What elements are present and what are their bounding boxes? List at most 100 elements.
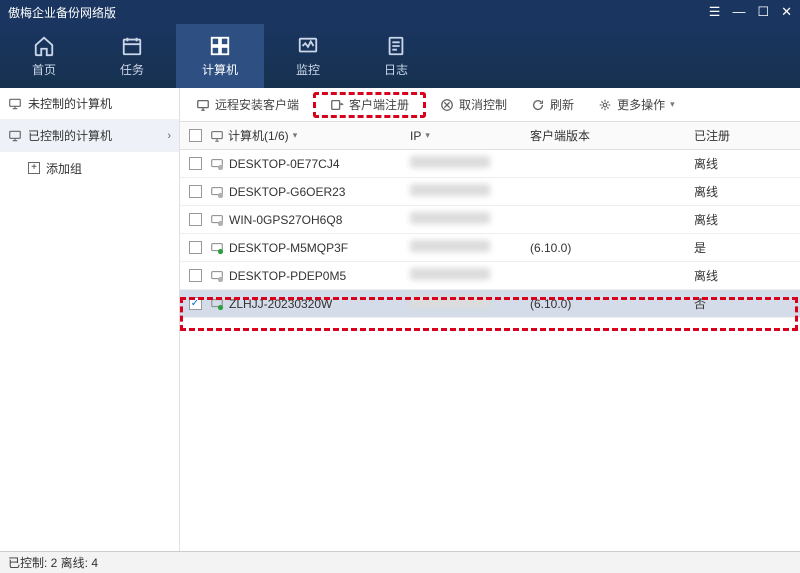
sidebar-uncontrolled-label: 未控制的计算机 (28, 95, 171, 112)
col-header-ip[interactable]: IP ▾ (410, 129, 530, 143)
client-register-button[interactable]: 客户端注册 (313, 92, 426, 118)
row-checkbox[interactable] (189, 185, 202, 198)
row-name-text: DESKTOP-PDEP0M5 (229, 269, 346, 283)
table-row[interactable]: ZLHJJ-20230320W (6.10.0)否 (180, 290, 800, 318)
nav-monitor-label: 监控 (296, 61, 320, 78)
row-registered: 否 (690, 295, 800, 312)
nav-logs-label: 日志 (384, 61, 408, 78)
more-ops-button[interactable]: 更多操作 ▾ (588, 92, 685, 118)
sort-caret-icon: ▾ (425, 130, 430, 141)
offline-icon (210, 213, 224, 227)
sidebar-add-group[interactable]: + 添加组 (0, 152, 179, 184)
menu-icon[interactable]: ☰ (709, 4, 721, 20)
select-all-checkbox[interactable] (189, 129, 202, 142)
cancel-icon (440, 98, 454, 112)
online-icon (210, 297, 224, 311)
row-name-text: DESKTOP-0E77CJ4 (229, 157, 340, 171)
row-ip (410, 212, 530, 227)
nav-home[interactable]: 首页 (0, 24, 88, 88)
col-header-registered[interactable]: 已注册 (690, 127, 800, 144)
online-icon (210, 241, 224, 255)
row-checkbox[interactable] (189, 213, 202, 226)
row-checkbox[interactable] (189, 297, 202, 310)
install-icon (196, 98, 210, 112)
close-icon[interactable]: ✕ (781, 4, 792, 20)
row-name-text: DESKTOP-M5MQP3F (229, 241, 348, 255)
row-name-text: DESKTOP-G6OER23 (229, 185, 345, 199)
row-ip (410, 156, 530, 171)
row-checkbox[interactable] (189, 157, 202, 170)
table-row[interactable]: DESKTOP-G6OER23 离线 (180, 178, 800, 206)
nav-monitor[interactable]: 监控 (264, 24, 352, 88)
sort-caret-icon: ▾ (293, 130, 298, 141)
row-checkbox[interactable] (189, 269, 202, 282)
grid-icon (209, 35, 231, 57)
nav-tasks[interactable]: 任务 (88, 24, 176, 88)
nav-logs[interactable]: 日志 (352, 24, 440, 88)
sidebar-controlled[interactable]: 已控制的计算机 › (0, 120, 179, 152)
row-ip (410, 268, 530, 283)
gear-icon (598, 98, 612, 112)
col-ip-label: IP (410, 129, 421, 143)
row-registered: 离线 (690, 267, 800, 284)
chevron-down-icon: ▾ (670, 99, 675, 110)
row-version: (6.10.0) (530, 297, 690, 311)
refresh-label: 刷新 (550, 96, 574, 113)
status-text: 已控制: 2 离线: 4 (8, 554, 98, 571)
home-icon (33, 35, 55, 57)
more-ops-label: 更多操作 (617, 96, 665, 113)
offline-icon (210, 269, 224, 283)
refresh-icon (531, 98, 545, 112)
sidebar-uncontrolled[interactable]: 未控制的计算机 (0, 88, 179, 120)
status-bar: 已控制: 2 离线: 4 (0, 551, 800, 573)
monitor-off-icon (8, 97, 22, 111)
col-version-label: 客户端版本 (530, 129, 590, 143)
col-header-name[interactable]: 计算机(1/6) ▾ (210, 127, 410, 144)
monitor-on-icon (8, 129, 22, 143)
row-name-text: ZLHJJ-20230320W (229, 297, 332, 311)
sidebar-add-label: 添加组 (46, 160, 82, 177)
register-icon (330, 98, 344, 112)
table-row[interactable]: DESKTOP-M5MQP3F (6.10.0)是 (180, 234, 800, 262)
row-ip (410, 184, 530, 199)
nav-tasks-label: 任务 (120, 61, 144, 78)
nav-computers-label: 计算机 (202, 61, 238, 78)
offline-icon (210, 157, 224, 171)
plus-icon: + (28, 162, 40, 174)
nav-home-label: 首页 (32, 61, 56, 78)
refresh-button[interactable]: 刷新 (521, 92, 584, 118)
remote-install-label: 远程安装客户端 (215, 96, 299, 113)
cancel-control-button[interactable]: 取消控制 (430, 92, 517, 118)
table-header: 计算机(1/6) ▾ IP ▾ 客户端版本 已注册 (180, 122, 800, 150)
remote-install-button[interactable]: 远程安装客户端 (186, 92, 309, 118)
row-version: (6.10.0) (530, 241, 690, 255)
row-checkbox[interactable] (189, 241, 202, 254)
maximize-icon[interactable]: ☐ (757, 4, 769, 20)
sidebar: 未控制的计算机 已控制的计算机 › + 添加组 (0, 88, 180, 551)
table-row[interactable]: WIN-0GPS27OH6Q8离线 (180, 206, 800, 234)
row-registered: 离线 (690, 183, 800, 200)
nav-bar: 首页 任务 计算机 监控 日志 (0, 24, 800, 88)
cancel-control-label: 取消控制 (459, 96, 507, 113)
row-name-text: WIN-0GPS27OH6Q8 (229, 213, 342, 227)
col-header-version[interactable]: 客户端版本 (530, 127, 690, 144)
nav-computers[interactable]: 计算机 (176, 24, 264, 88)
chevron-right-icon: › (167, 130, 171, 142)
row-registered: 是 (690, 239, 800, 256)
minimize-icon[interactable]: — (732, 4, 745, 20)
activity-icon (297, 35, 319, 57)
row-registered: 离线 (690, 155, 800, 172)
file-text-icon (385, 35, 407, 57)
app-title: 傲梅企业备份网络版 (8, 4, 709, 21)
table-row[interactable]: DESKTOP-PDEP0M5 离线 (180, 262, 800, 290)
table-row[interactable]: DESKTOP-0E77CJ4 离线 (180, 150, 800, 178)
main-panel: 远程安装客户端 客户端注册 取消控制 刷新 (180, 88, 800, 551)
table-body: DESKTOP-0E77CJ4 离线 DESKTOP-G6OER23 离线 WIN-0G… (180, 150, 800, 551)
title-bar: 傲梅企业备份网络版 ☰ — ☐ ✕ (0, 0, 800, 24)
sidebar-controlled-label: 已控制的计算机 (28, 127, 167, 144)
window-controls: ☰ — ☐ ✕ (709, 4, 792, 20)
col-reg-label: 已注册 (694, 129, 730, 143)
row-ip (410, 240, 530, 255)
col-name-label: 计算机(1/6) (228, 127, 289, 144)
row-ip (410, 296, 530, 311)
